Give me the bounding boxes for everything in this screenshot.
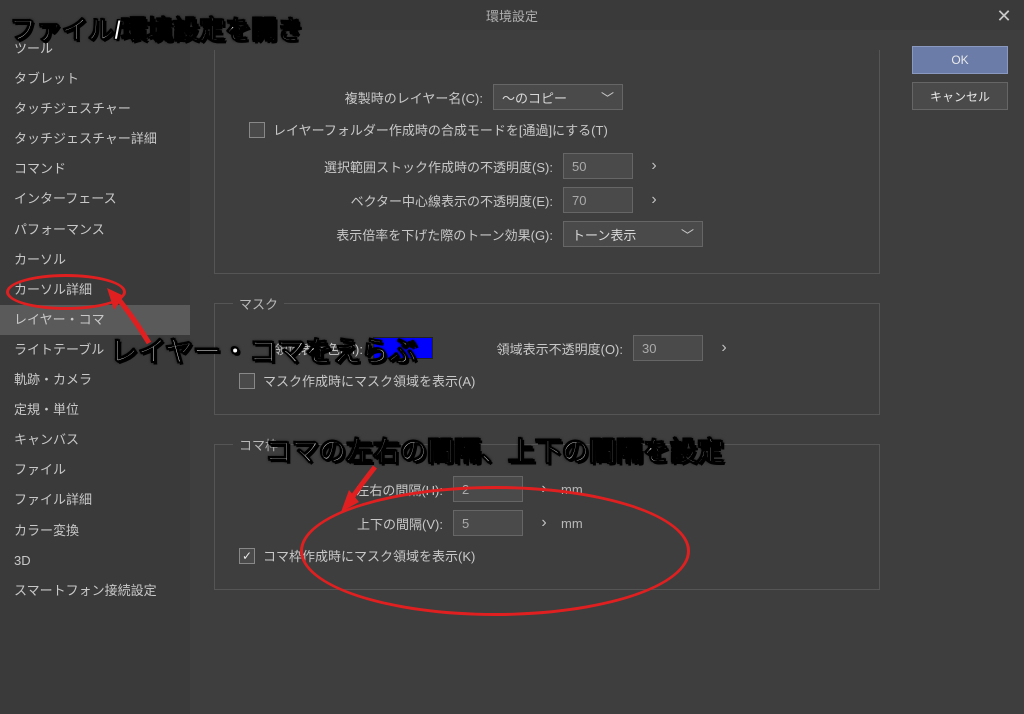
- sidebar-item-command[interactable]: コマンド: [0, 154, 190, 184]
- vector-center-opacity-input[interactable]: 70: [563, 187, 633, 213]
- folder-passthrough-checkbox[interactable]: [249, 122, 265, 138]
- ok-button[interactable]: OK: [912, 46, 1008, 74]
- sidebar-item-cursor-detail[interactable]: カーソル詳細: [0, 275, 190, 305]
- layer-group: 複製時のレイヤー名(C): 〜のコピー ﹀ レイヤーフォルダー作成時の合成モード…: [214, 50, 880, 274]
- sel-stock-opacity-input[interactable]: 50: [563, 153, 633, 179]
- mask-show-on-create-label: マスク作成時にマスク領域を表示(A): [263, 371, 475, 390]
- mask-legend: マスク: [233, 294, 284, 313]
- frame-vgap-input[interactable]: 5: [453, 510, 523, 536]
- sidebar-item-cursor[interactable]: カーソル: [0, 245, 190, 275]
- tone-scaledown-label: 表示倍率を下げた際のトーン効果(G):: [233, 225, 563, 244]
- sel-stock-opacity-label: 選択範囲ストック作成時の不透明度(S):: [233, 157, 563, 176]
- sidebar-item-performance[interactable]: パフォーマンス: [0, 215, 190, 245]
- frame-show-mask-label: コマ枠作成時にマスク領域を表示(K): [263, 546, 475, 565]
- chevron-down-icon: ﹀: [681, 225, 694, 244]
- frame-hgap-input[interactable]: 2: [453, 476, 523, 502]
- annotation-text: コマの左右の間隔、上下の間隔を設定: [265, 430, 724, 469]
- sidebar-item-touch-gesture-detail[interactable]: タッチジェスチャー詳細: [0, 124, 190, 154]
- duplicate-name-label: 複製時のレイヤー名(C):: [233, 88, 493, 107]
- mask-area-opacity-input[interactable]: 30: [633, 335, 703, 361]
- stepper-icon[interactable]: ›: [645, 157, 663, 175]
- sidebar-item-color-convert[interactable]: カラー変換: [0, 516, 190, 546]
- stepper-icon[interactable]: ›: [645, 191, 663, 209]
- frame-show-mask-checkbox[interactable]: ✓: [239, 548, 255, 564]
- annotation-text: ファイル/環境設定を開き: [10, 10, 303, 47]
- folder-passthrough-label: レイヤーフォルダー作成時の合成モードを[通過]にする(T): [273, 120, 608, 139]
- sidebar-item-tablet[interactable]: タブレット: [0, 64, 190, 94]
- frame-vgap-unit: mm: [561, 516, 583, 531]
- stepper-icon[interactable]: ›: [715, 339, 733, 357]
- sidebar-item-ruler-unit[interactable]: 定規・単位: [0, 395, 190, 425]
- close-icon[interactable]: ✕: [992, 4, 1016, 28]
- tone-scaledown-dropdown[interactable]: トーン表示 ﹀: [563, 221, 703, 247]
- frame-hgap-unit: mm: [561, 482, 583, 497]
- vector-center-opacity-label: ベクター中心線表示の不透明度(E):: [233, 191, 563, 210]
- frame-vgap-label: 上下の間隔(V):: [323, 514, 453, 533]
- chevron-down-icon: ﹀: [601, 88, 614, 107]
- sidebar-item-canvas[interactable]: キャンバス: [0, 425, 190, 455]
- sidebar-item-smartphone[interactable]: スマートフォン接続設定: [0, 576, 190, 606]
- dialog-title: 環境設定: [486, 6, 538, 25]
- main-panel: 複製時のレイヤー名(C): 〜のコピー ﹀ レイヤーフォルダー作成時の合成モード…: [190, 30, 1024, 714]
- stepper-icon[interactable]: ›: [535, 480, 553, 498]
- sidebar-item-file[interactable]: ファイル: [0, 455, 190, 485]
- sidebar-item-touch-gesture[interactable]: タッチジェスチャー: [0, 94, 190, 124]
- sidebar: ツール タブレット タッチジェスチャー タッチジェスチャー詳細 コマンド インタ…: [0, 30, 190, 714]
- duplicate-name-dropdown[interactable]: 〜のコピー ﹀: [493, 84, 623, 110]
- mask-show-on-create-checkbox[interactable]: [239, 373, 255, 389]
- sidebar-item-file-detail[interactable]: ファイル詳細: [0, 485, 190, 515]
- annotation-text: レイヤー・コマをえらぶ: [110, 330, 417, 370]
- cancel-button[interactable]: キャンセル: [912, 82, 1008, 110]
- frame-hgap-label: 左右の間隔(H):: [323, 480, 453, 499]
- stepper-icon[interactable]: ›: [535, 514, 553, 532]
- sidebar-item-interface[interactable]: インターフェース: [0, 184, 190, 214]
- sidebar-item-3d[interactable]: 3D: [0, 546, 190, 576]
- mask-area-opacity-label: 領域表示不透明度(O):: [433, 339, 633, 358]
